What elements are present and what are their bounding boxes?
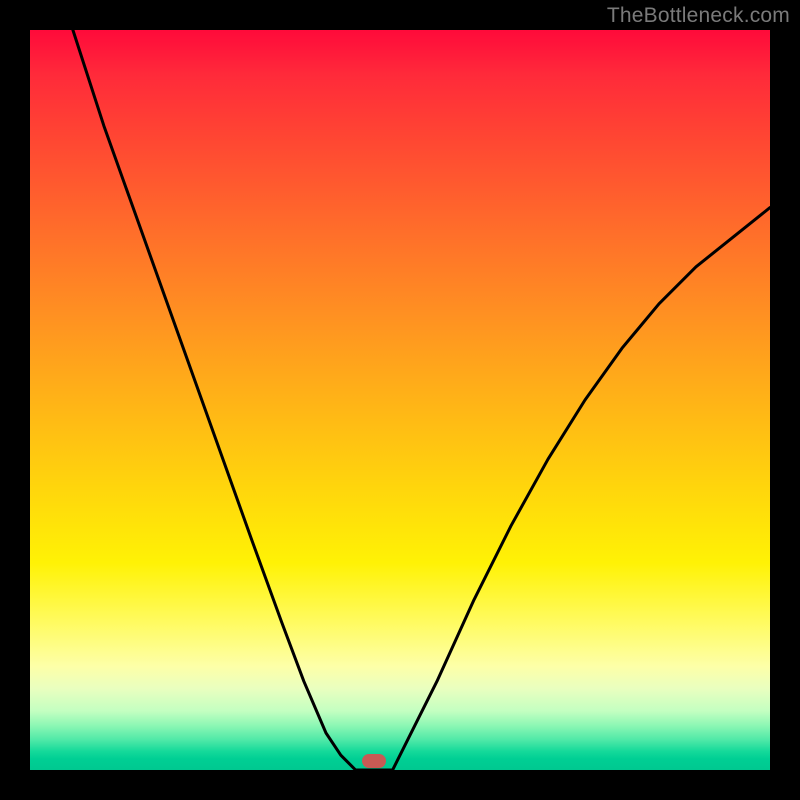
plot-area — [30, 30, 770, 770]
chart-frame: TheBottleneck.com — [0, 0, 800, 800]
bottleneck-curve — [73, 30, 770, 770]
curve-svg — [30, 30, 770, 770]
watermark-text: TheBottleneck.com — [607, 4, 790, 28]
min-marker — [362, 754, 386, 768]
